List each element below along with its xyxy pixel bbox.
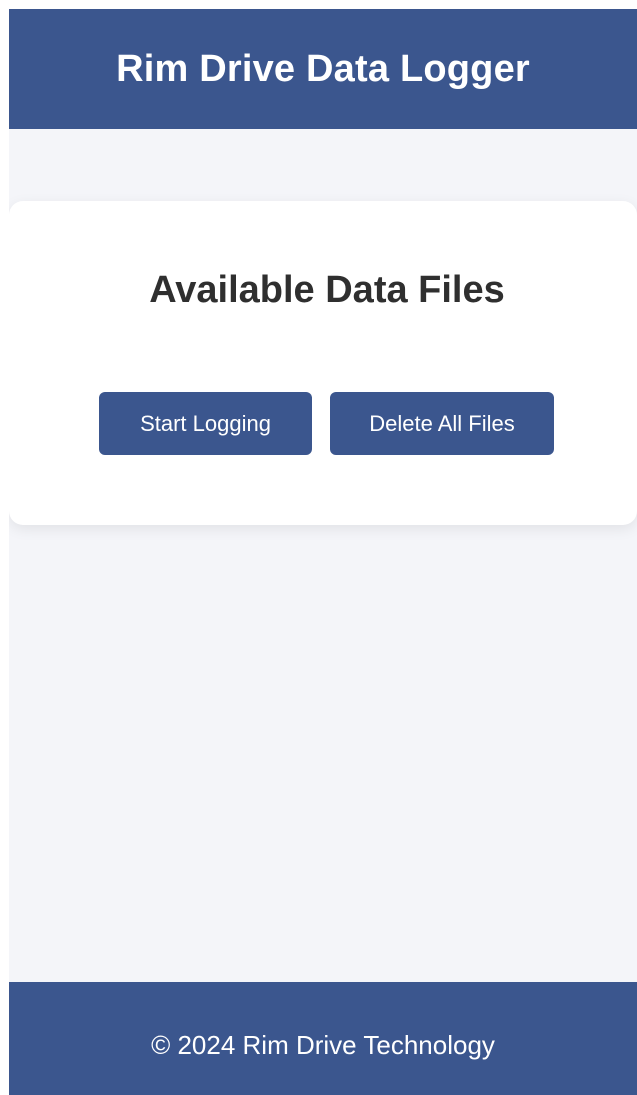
app-container: Rim Drive Data Logger Available Data Fil… xyxy=(9,9,637,1095)
data-files-card: Available Data Files Start Logging Delet… xyxy=(9,201,637,525)
footer-copyright: © 2024 Rim Drive Technology xyxy=(151,1030,495,1060)
card-title: Available Data Files xyxy=(149,269,505,311)
app-footer: © 2024 Rim Drive Technology xyxy=(9,982,637,1095)
app-header: Rim Drive Data Logger xyxy=(9,9,637,129)
start-logging-button[interactable]: Start Logging xyxy=(99,392,312,455)
app-title: Rim Drive Data Logger xyxy=(116,47,530,90)
delete-all-files-button[interactable]: Delete All Files xyxy=(330,392,554,455)
